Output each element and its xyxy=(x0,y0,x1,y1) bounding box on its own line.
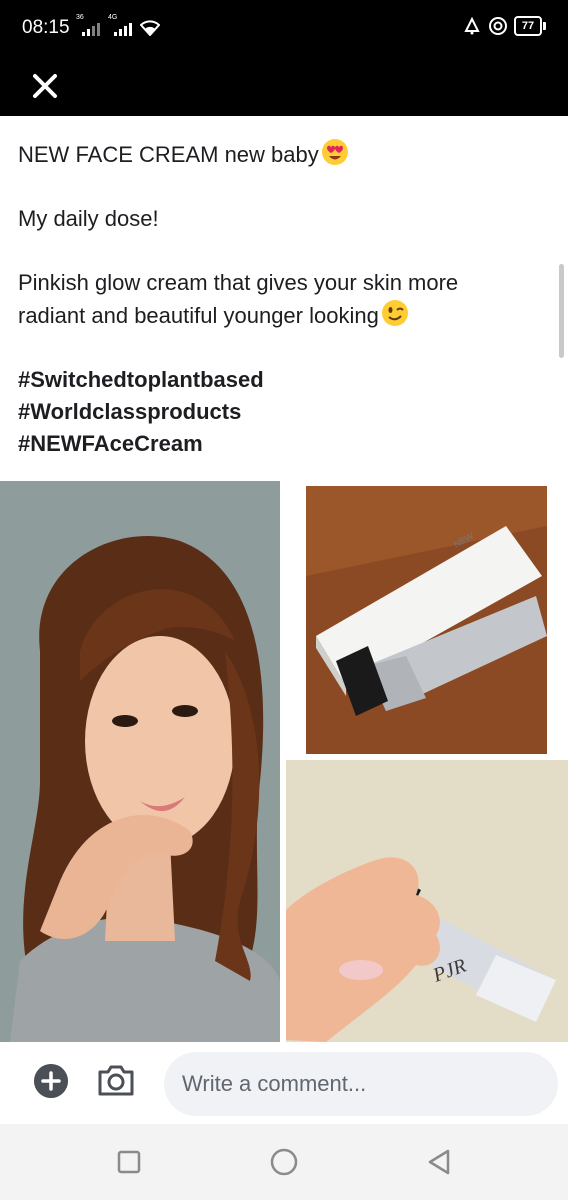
caption-text: radiant and beautiful younger looking xyxy=(18,303,379,328)
wink-emoji xyxy=(381,300,408,326)
sync-icon xyxy=(489,17,507,35)
plus-icon[interactable] xyxy=(34,1064,68,1098)
close-icon[interactable] xyxy=(26,67,64,105)
product-box-illustration: NEW xyxy=(306,486,547,754)
wifi-icon xyxy=(140,20,160,36)
scrollbar-thumb[interactable] xyxy=(559,264,564,358)
caption-line: radiant and beautiful younger looking xyxy=(18,299,538,332)
hashtag-link[interactable]: #NEWFAceCream xyxy=(18,428,538,460)
portrait-illustration xyxy=(0,481,280,1042)
camera-icon[interactable] xyxy=(96,1062,136,1098)
portrait-photo[interactable] xyxy=(0,481,280,1042)
heart-eyes-emoji xyxy=(321,139,348,165)
signal-icon: 4G xyxy=(108,14,134,36)
product-hand-illustration: PJR xyxy=(286,760,568,1042)
caption-title: NEW FACE CREAM new baby xyxy=(18,142,319,167)
square-icon[interactable] xyxy=(113,1146,145,1178)
post-viewer-screen: 08:15 36 4G 77 NEW FACE CREAM new baby M… xyxy=(0,0,568,1200)
system-nav-bar xyxy=(0,1124,568,1200)
status-signal-group: 36 4G xyxy=(76,14,160,36)
header-bar xyxy=(0,58,568,116)
hashtag-link[interactable]: #Worldclassproducts xyxy=(18,396,538,428)
battery-level: 77 xyxy=(514,16,542,36)
hashtag-link[interactable]: #Switchedtoplantbased xyxy=(18,364,538,396)
caption-line: Pinkish glow cream that gives your skin … xyxy=(18,270,459,295)
product-box-photo[interactable]: NEW xyxy=(306,486,547,754)
battery-icon: 77 xyxy=(514,16,546,36)
signal-tag: 36 xyxy=(76,14,84,21)
status-right-group: 77 xyxy=(462,16,546,36)
caption-line: My daily dose! xyxy=(18,206,159,231)
status-time: 08:15 xyxy=(22,17,70,38)
alarm-icon xyxy=(464,16,480,35)
product-hand-photo[interactable]: PJR xyxy=(286,760,568,1042)
caption-line: NEW FACE CREAM new baby xyxy=(18,138,538,171)
post-caption: NEW FACE CREAM new baby My daily dose! P… xyxy=(18,138,538,460)
comment-input[interactable]: Write a comment... xyxy=(164,1052,558,1116)
status-bar: 08:15 36 4G 77 xyxy=(0,0,568,58)
triangle-back-icon[interactable] xyxy=(424,1146,456,1178)
signal-icon: 36 xyxy=(76,14,102,36)
comment-bar: Write a comment... xyxy=(0,1042,568,1124)
signal-tag: 4G xyxy=(108,14,118,21)
circle-icon[interactable] xyxy=(268,1146,300,1178)
